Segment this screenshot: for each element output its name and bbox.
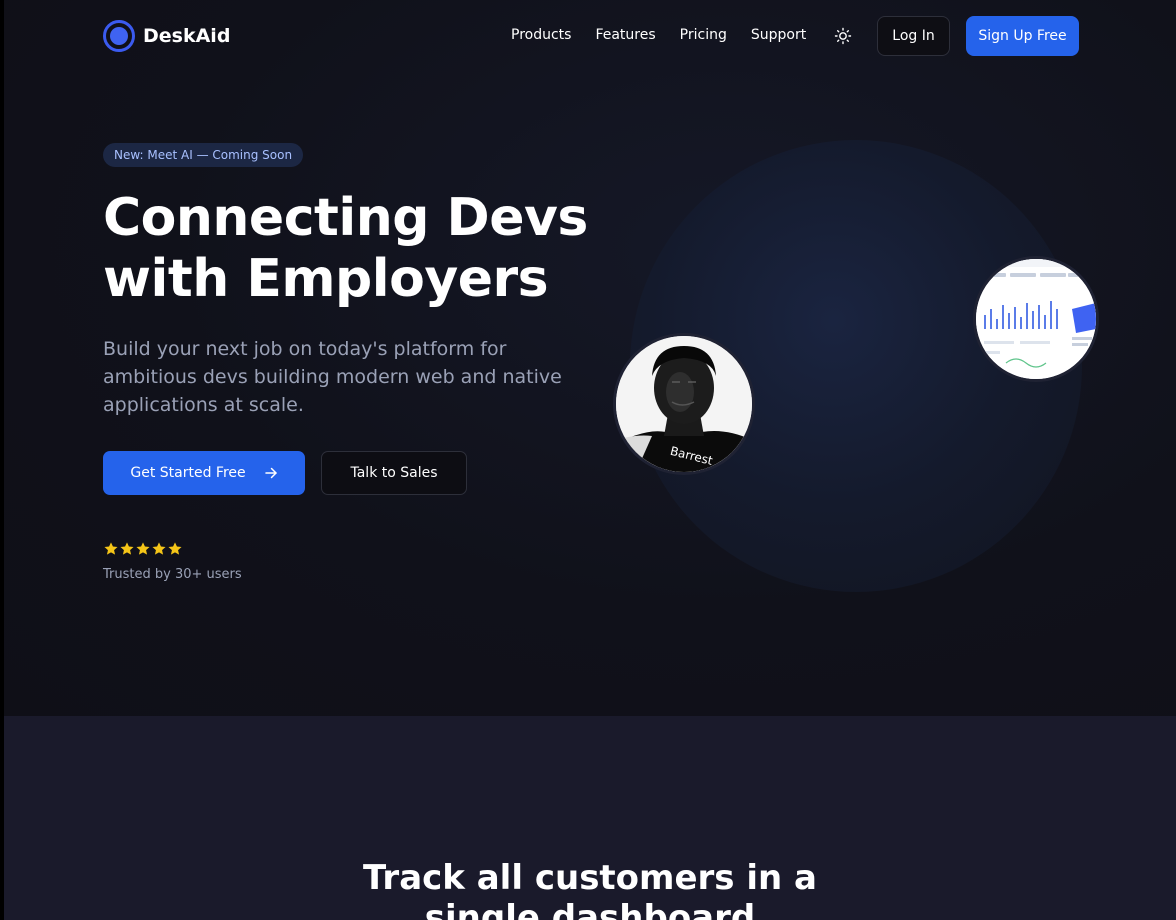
person-portrait-icon: Barrest <box>616 336 752 472</box>
star-icon <box>168 542 182 555</box>
trusted-by-text: Trusted by 30+ users <box>103 567 242 582</box>
nav-link-features[interactable]: Features <box>595 27 655 43</box>
section-title: Track all customers in a single dashboar… <box>4 858 1176 920</box>
talk-to-sales-button[interactable]: Talk to Sales <box>321 451 467 495</box>
login-button[interactable]: Log In <box>877 16 950 56</box>
star-icon <box>104 542 118 555</box>
arrow-right-icon <box>264 467 277 479</box>
logo-ring-icon <box>103 20 135 52</box>
nav-link-support[interactable]: Support <box>751 27 806 43</box>
nav-link-products[interactable]: Products <box>511 27 571 43</box>
rating-stars <box>103 541 183 557</box>
sun-icon[interactable] <box>834 27 852 45</box>
brand-name: DeskAid <box>143 25 231 47</box>
get-started-button[interactable]: Get Started Free <box>103 451 305 495</box>
section-title-line-2: single dashboard <box>424 898 756 920</box>
hero-title: Connecting Devs with Employers <box>103 188 623 310</box>
main-nav: Products Features Pricing Support <box>511 27 806 43</box>
nav-link-pricing[interactable]: Pricing <box>680 27 727 43</box>
dashboard-section: Track all customers in a single dashboar… <box>4 716 1176 920</box>
announcement-badge[interactable]: New: Meet AI — Coming Soon <box>103 143 304 167</box>
dashboard-chart-icon <box>976 259 1096 379</box>
hero-subtitle: Build your next job on today's platform … <box>103 338 562 416</box>
hero-title-line-1: Connecting Devs <box>103 188 588 248</box>
signup-button[interactable]: Sign Up Free <box>966 16 1079 56</box>
user-avatar-photo: Barrest <box>613 333 755 475</box>
brand-logo[interactable]: DeskAid <box>103 20 230 52</box>
get-started-label: Get Started Free <box>130 465 246 481</box>
star-icon <box>152 542 166 555</box>
star-icon <box>120 542 134 555</box>
star-icon <box>136 542 150 555</box>
section-title-line-1: Track all customers in a <box>362 858 818 898</box>
landing-page: DeskAid Products Features Pricing Suppor… <box>0 0 1176 920</box>
dashboard-preview-thumbnail <box>973 256 1099 382</box>
hero-title-line-2: with Employers <box>103 249 549 309</box>
